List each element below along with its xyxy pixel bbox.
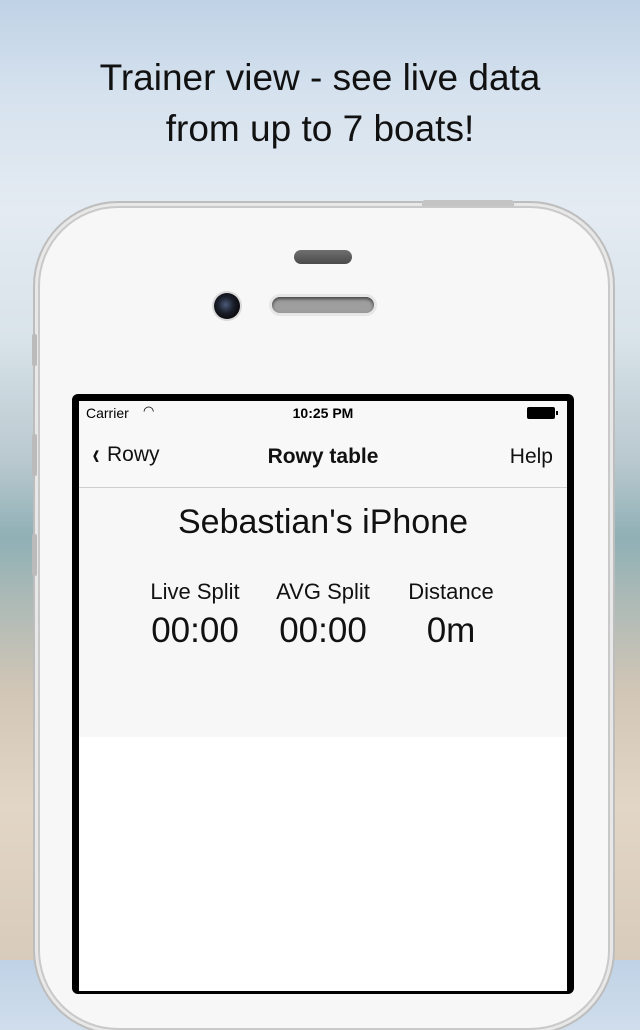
app-screen: Carrier ◠ 10:25 PM ‹ Rowy Rowy table Hel…	[79, 401, 567, 991]
stat-value: 00:00	[279, 611, 367, 650]
battery-icon	[527, 407, 558, 419]
stat-label: Distance	[408, 579, 494, 604]
headline-line-2: from up to 7 boats!	[165, 108, 475, 149]
stat-label: AVG Split	[276, 579, 370, 604]
page-title: Rowy table	[267, 445, 379, 468]
volume-down-button	[32, 534, 37, 576]
stat-value: 00:00	[151, 611, 239, 650]
front-camera-icon	[214, 293, 240, 319]
status-time: 10:25 PM	[292, 405, 354, 421]
device-name: Sebastian's iPhone	[177, 503, 469, 541]
stat-distance: Distance 0m	[389, 579, 513, 651]
screen-bezel: Carrier ◠ 10:25 PM ‹ Rowy Rowy table Hel…	[72, 394, 574, 994]
iphone-frame: Carrier ◠ 10:25 PM ‹ Rowy Rowy table Hel…	[32, 200, 610, 1030]
volume-up-button	[32, 434, 37, 476]
proximity-sensor	[294, 250, 352, 264]
empty-table-area	[79, 737, 567, 991]
stat-label: Live Split	[150, 579, 240, 604]
promo-headline: Trainer view - see live data from up to …	[0, 52, 640, 154]
boat-card[interactable]: Sebastian's iPhone Live Split 00:00 AVG …	[79, 488, 567, 737]
status-bar: Carrier ◠ 10:25 PM	[79, 401, 567, 425]
earpiece-speaker	[272, 297, 374, 313]
stat-value: 0m	[426, 611, 476, 650]
power-button	[422, 200, 514, 206]
navigation-bar: ‹ Rowy Rowy table Help	[79, 425, 567, 488]
headline-line-1: Trainer view - see live data	[99, 57, 541, 98]
stat-live-split: Live Split 00:00	[133, 579, 257, 651]
mute-switch	[32, 334, 37, 366]
stat-avg-split: AVG Split 00:00	[261, 579, 385, 651]
help-button[interactable]: Help	[510, 445, 553, 469]
